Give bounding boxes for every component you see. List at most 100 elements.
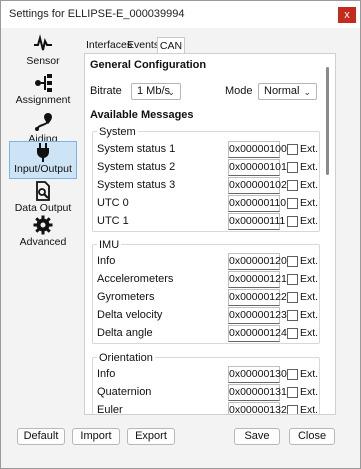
panel-scrollbar[interactable] <box>326 67 329 175</box>
message-id-input[interactable]: 0x00000110 <box>228 195 286 212</box>
message-label: Euler <box>97 404 123 415</box>
sidebar-item-data-output[interactable]: Data Output <box>9 181 77 219</box>
sidebar-item-assignment[interactable]: Assignment <box>9 73 77 111</box>
mode-select[interactable]: Normal ⌄ <box>258 83 317 100</box>
tab-events[interactable]: Events <box>127 37 159 53</box>
message-label: Info <box>97 368 116 380</box>
message-id-input[interactable]: 0x00000111 <box>228 213 285 230</box>
message-id-input[interactable]: 0x00000102 <box>228 177 287 194</box>
message-label: Delta angle <box>97 327 153 339</box>
bitrate-select[interactable]: 1 Mb/s ⌄ <box>131 83 181 100</box>
ext-checkbox[interactable] <box>287 144 298 155</box>
default-button[interactable]: Default <box>17 428 65 445</box>
message-label: Gyrometers <box>97 291 155 303</box>
mode-label: Mode <box>225 85 253 97</box>
title-bar: Settings for ELLIPSE-E_000039994 x <box>1 1 360 28</box>
import-button[interactable]: Import <box>72 428 120 445</box>
sidebar-item-label: Advanced <box>19 236 67 248</box>
route-pin-icon <box>35 113 52 131</box>
sidebar-item-advanced[interactable]: Advanced <box>9 215 77 253</box>
ext-label: Ext. <box>300 327 319 339</box>
hierarchy-icon <box>35 74 52 92</box>
can-panel: General Configuration Bitrate 1 Mb/s ⌄ M… <box>84 53 336 415</box>
ext-label: Ext. <box>300 143 319 155</box>
ext-checkbox[interactable] <box>287 162 298 173</box>
ext-checkbox[interactable] <box>287 256 298 267</box>
orientation-group: Orientation Info 0x00000130 Ext. Quatern… <box>92 352 321 415</box>
mode-value: Normal <box>264 85 300 97</box>
ext-label: Ext. <box>300 309 319 321</box>
ext-checkbox[interactable] <box>287 328 298 339</box>
ext-label: Ext. <box>300 161 319 173</box>
close-window-button[interactable]: x <box>338 7 356 23</box>
ext-checkbox[interactable] <box>287 369 298 380</box>
window-title: Settings for ELLIPSE-E_000039994 <box>9 8 185 20</box>
message-row: Info 0x00000120 Ext. <box>93 253 321 272</box>
sidebar-item-input-output[interactable]: Input/Output <box>9 141 77 179</box>
ext-checkbox[interactable] <box>287 387 298 398</box>
message-label: UTC 1 <box>97 215 129 227</box>
message-id-input[interactable]: 0x00000132 <box>228 402 287 414</box>
message-label: Accelerometers <box>97 273 174 285</box>
save-button[interactable]: Save <box>234 428 280 445</box>
message-row: Gyrometers 0x00000122 Ext. <box>93 289 321 308</box>
message-id-input[interactable]: 0x00000101 <box>228 159 287 176</box>
imu-group: IMU Info 0x00000120 Ext. Accelerometers … <box>92 239 321 344</box>
close-button[interactable]: Close <box>289 428 335 445</box>
sidebar-item-label: Sensor <box>26 55 60 67</box>
ext-checkbox[interactable] <box>287 274 298 285</box>
sidebar-item-label: Input/Output <box>14 163 72 175</box>
sidebar-item-label: Assignment <box>15 94 71 106</box>
ext-checkbox[interactable] <box>287 216 298 227</box>
message-label: Quaternion <box>97 386 152 398</box>
document-search-icon <box>36 181 50 201</box>
group-title: IMU <box>97 239 122 251</box>
ext-label: Ext. <box>300 386 319 398</box>
pulse-icon <box>34 34 52 51</box>
ext-checkbox[interactable] <box>287 292 298 303</box>
ext-checkbox[interactable] <box>287 180 298 191</box>
ext-label: Ext. <box>300 179 319 191</box>
message-row: UTC 1 0x00000111 Ext. <box>93 213 321 232</box>
message-row: Quaternion 0x00000131 Ext. <box>93 384 321 403</box>
ext-label: Ext. <box>300 215 319 227</box>
message-id-input[interactable]: 0x00000131 <box>228 384 287 401</box>
message-row: System status 2 0x00000101 Ext. <box>93 159 321 178</box>
sidebar-item-sensor[interactable]: Sensor <box>9 34 77 72</box>
ext-label: Ext. <box>300 291 319 303</box>
ext-label: Ext. <box>300 273 319 285</box>
ext-checkbox[interactable] <box>287 198 298 209</box>
general-configuration-heading: General Configuration <box>90 59 207 71</box>
chevron-down-icon: ⌄ <box>167 87 175 97</box>
message-row: Accelerometers 0x00000121 Ext. <box>93 271 321 290</box>
tab-can[interactable]: CAN <box>157 37 185 54</box>
chevron-down-icon: ⌄ <box>303 87 311 97</box>
message-row: UTC 0 0x00000110 Ext. <box>93 195 321 214</box>
ext-checkbox[interactable] <box>287 310 298 321</box>
message-id-input[interactable]: 0x00000130 <box>228 366 287 383</box>
message-id-input[interactable]: 0x00000100 <box>228 141 287 158</box>
settings-window: Settings for ELLIPSE-E_000039994 x Senso… <box>0 0 361 469</box>
message-label: Info <box>97 255 116 267</box>
ext-label: Ext. <box>300 197 319 209</box>
message-row: Info 0x00000130 Ext. <box>93 366 321 385</box>
message-id-input[interactable]: 0x00000122 <box>228 289 287 306</box>
message-id-input[interactable]: 0x00000124 <box>228 325 287 342</box>
message-id-input[interactable]: 0x00000123 <box>228 307 287 324</box>
sidebar-item-label: Data Output <box>14 202 72 214</box>
bitrate-value: 1 Mb/s <box>137 85 171 97</box>
export-button[interactable]: Export <box>127 428 175 445</box>
gear-icon <box>33 215 53 235</box>
tab-interfaces[interactable]: Interfaces <box>86 37 132 53</box>
ext-label: Ext. <box>300 255 319 267</box>
system-group: System System status 1 0x00000100 Ext. S… <box>92 126 321 232</box>
message-row: System status 1 0x00000100 Ext. <box>93 141 321 160</box>
message-row: System status 3 0x00000102 Ext. <box>93 177 321 196</box>
message-id-input[interactable]: 0x00000120 <box>228 253 287 270</box>
group-title: System <box>97 126 138 138</box>
message-row: Euler 0x00000132 Ext. <box>93 402 321 415</box>
ext-checkbox[interactable] <box>287 405 298 414</box>
message-id-input[interactable]: 0x00000121 <box>228 271 287 288</box>
available-messages-heading: Available Messages <box>90 109 194 121</box>
message-label: Delta velocity <box>97 309 163 321</box>
